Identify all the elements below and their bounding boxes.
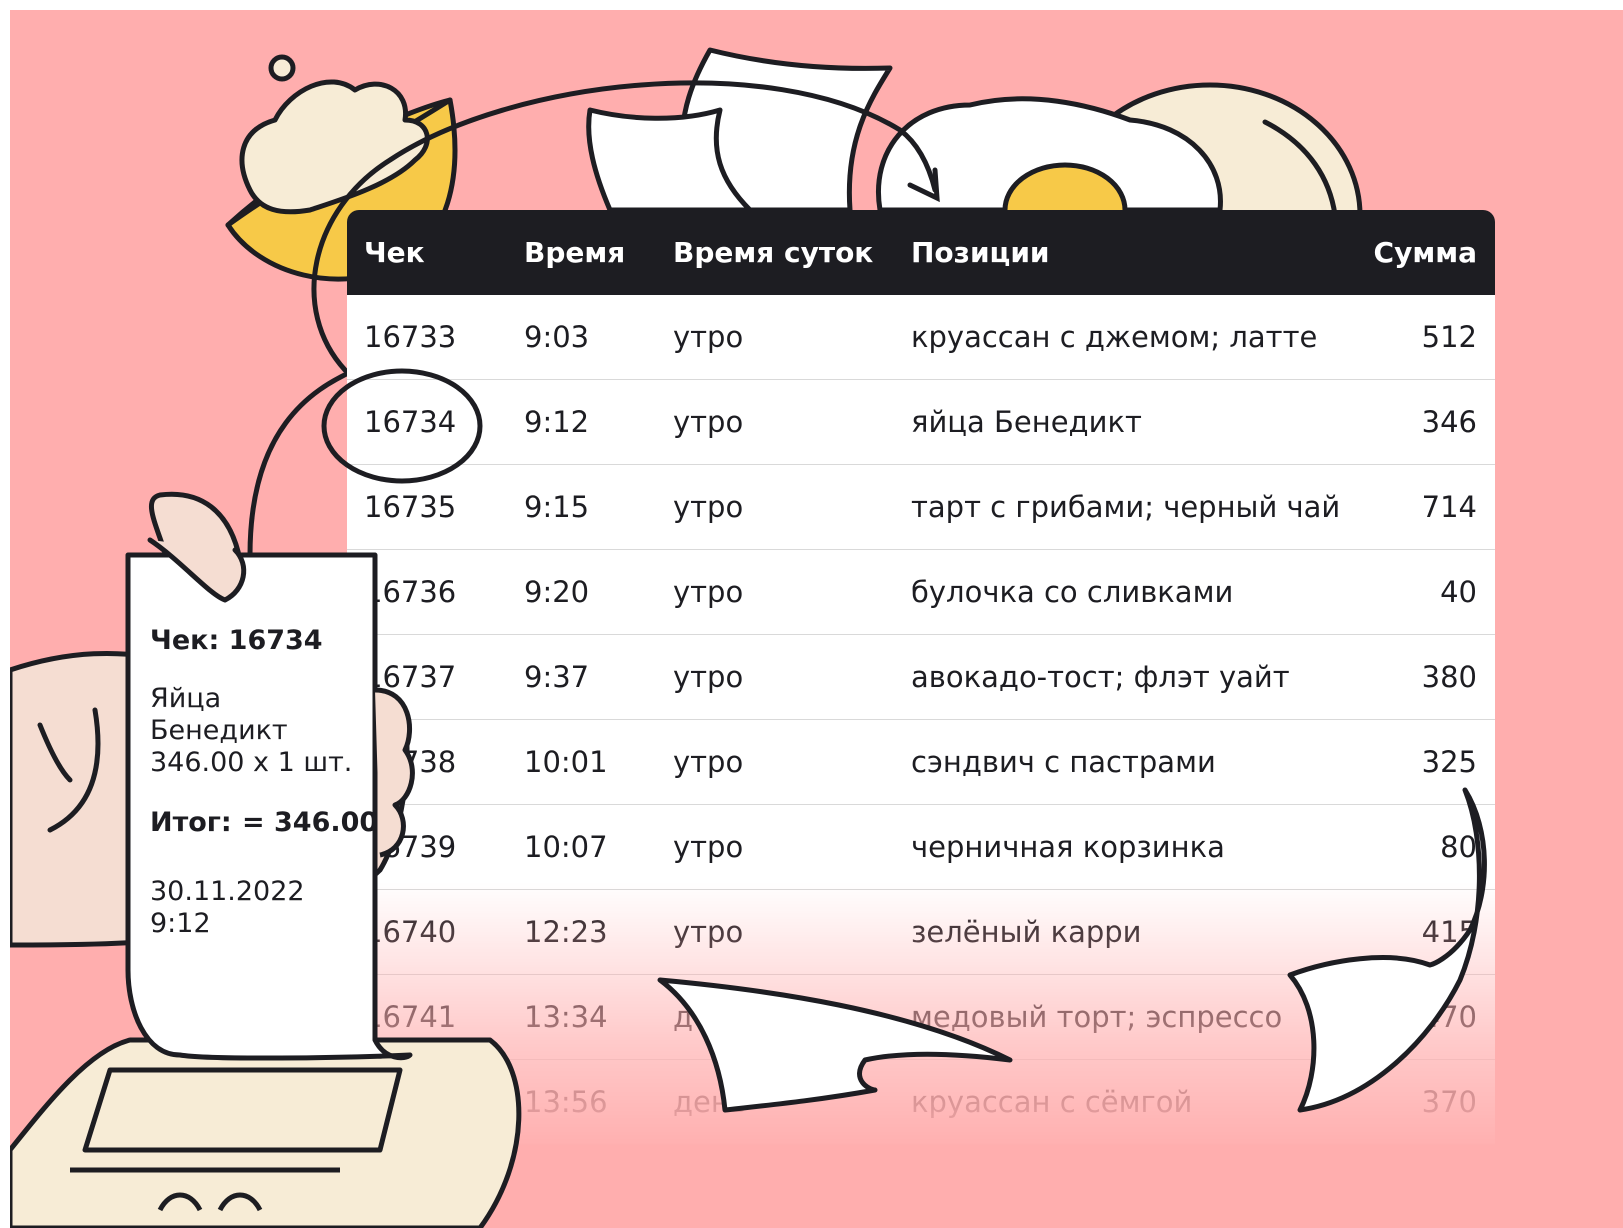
receipt-item-line2: Бенедикт [150, 715, 288, 746]
receipt-total-label: Итог: [150, 807, 232, 838]
receipt-printer-icon [10, 1037, 522, 1228]
receipt-check-number: Чек: 16734 [150, 625, 323, 656]
foreground-art [10, 368, 1487, 1228]
receipt-time: 9:12 [150, 908, 211, 939]
illustration-canvas: Чек Время Время суток Позиции Сумма 1673… [10, 10, 1623, 1228]
flying-paper-icon [657, 977, 1013, 1113]
receipt-date: 30.11.2022 [150, 876, 305, 907]
highlight-circle-icon [321, 368, 483, 484]
curled-paper-icon [1287, 787, 1487, 1113]
fingers-icon [374, 687, 415, 858]
receipt-item-line1: Яйца [150, 683, 222, 714]
receipt-total-value: = 346.00 [242, 807, 379, 838]
receipt-item-price: 346.00 x 1 шт. [150, 747, 353, 778]
